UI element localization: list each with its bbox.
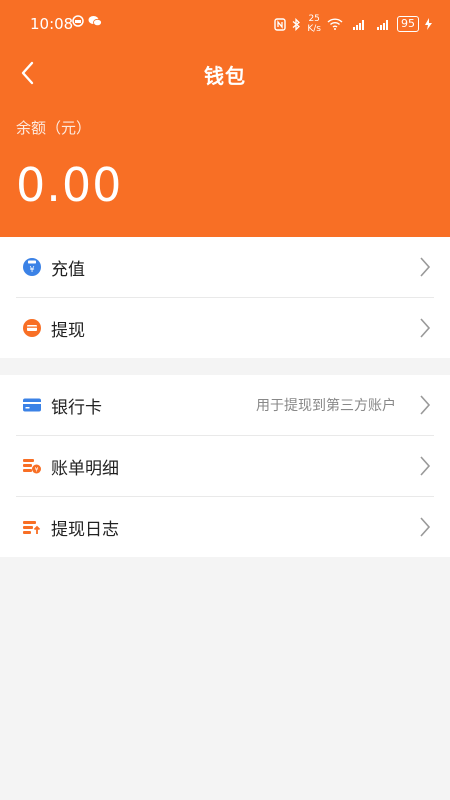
- withdraw-log-label: 提现日志: [51, 520, 119, 540]
- balance-label: 余额（元）: [16, 119, 92, 137]
- svg-text:¥: ¥: [29, 265, 34, 274]
- wallet-actions-group: ¥ 充值 提现: [0, 237, 450, 358]
- charging-icon: [425, 18, 432, 30]
- withdraw-log-row[interactable]: 提现日志: [0, 497, 450, 557]
- net-speed-unit: K/s: [307, 24, 321, 34]
- recharge-label: 充值: [51, 260, 85, 280]
- wifi-icon: [327, 18, 343, 30]
- svg-text:¥: ¥: [35, 467, 39, 474]
- bill-detail-icon: ¥: [23, 459, 41, 474]
- bank-card-note: 用于提现到第三方账户: [256, 398, 396, 414]
- net-speed-value: 25: [308, 14, 320, 24]
- wallet-info-group: 银行卡 用于提现到第三方账户 ¥ 账单明细 提现日志: [0, 375, 450, 557]
- balance-amount: 0.00: [16, 158, 123, 212]
- bill-detail-row[interactable]: ¥ 账单明细: [0, 436, 450, 496]
- withdraw-icon: [23, 319, 41, 337]
- bill-detail-label: 账单明细: [51, 459, 119, 479]
- withdraw-row[interactable]: 提现: [0, 298, 450, 358]
- recharge-row[interactable]: ¥ 充值: [0, 237, 450, 297]
- bank-card-label: 银行卡: [51, 398, 102, 418]
- status-right: 25 K/s 95: [274, 14, 432, 34]
- notification-icon: [72, 15, 84, 27]
- net-speed: 25 K/s: [307, 14, 321, 34]
- chevron-right-icon: [420, 257, 431, 277]
- chevron-right-icon: [420, 395, 431, 415]
- wechat-icon: [88, 16, 102, 27]
- status-bar: 10:08 25 K/s 95: [0, 0, 450, 48]
- wallet-header: 10:08 25 K/s 95 钱包 余额（元） 0.00: [0, 0, 450, 237]
- signal-4g-icon: [377, 19, 388, 30]
- chevron-right-icon: [420, 517, 431, 537]
- battery-indicator: 95: [397, 16, 419, 32]
- nfc-icon: [274, 17, 287, 31]
- bank-card-icon: [23, 398, 41, 412]
- status-left-icons: [72, 15, 102, 30]
- chevron-right-icon: [420, 456, 431, 476]
- status-time: 10:08: [30, 15, 74, 33]
- bluetooth-icon: [292, 17, 301, 31]
- withdraw-log-icon: [23, 521, 41, 534]
- recharge-icon: ¥: [23, 258, 41, 276]
- signal-5g-icon: [353, 19, 364, 30]
- bank-card-row[interactable]: 银行卡 用于提现到第三方账户: [0, 375, 450, 435]
- page-title: 钱包: [204, 64, 246, 88]
- chevron-right-icon: [420, 318, 431, 338]
- withdraw-label: 提现: [51, 321, 85, 341]
